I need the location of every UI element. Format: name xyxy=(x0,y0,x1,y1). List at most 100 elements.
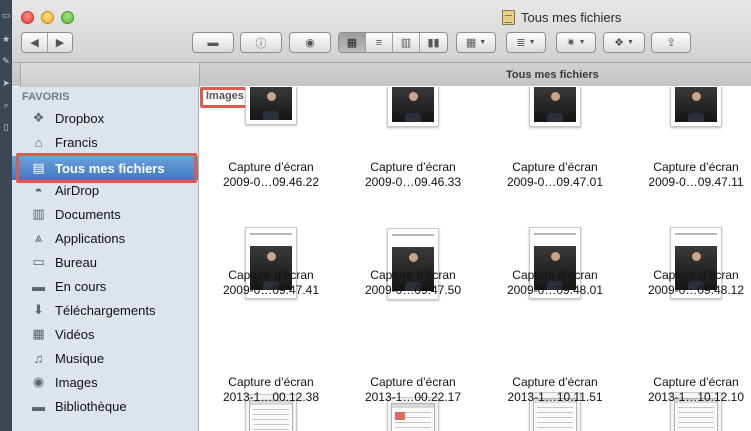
action-button[interactable]: ✷ ▼ xyxy=(556,32,596,53)
share-button[interactable]: ⇪ xyxy=(651,32,691,53)
coverflow-icon: ▮▮ xyxy=(427,37,440,49)
dropbox-icon: ❖ xyxy=(614,37,624,49)
file-name-line1: Capture d’écran xyxy=(228,160,314,174)
dropbox-menu-button[interactable]: ❖ ▼ xyxy=(603,32,645,53)
tab-all-files[interactable]: Tous mes fichiers xyxy=(506,69,599,81)
back-button[interactable]: ◀ xyxy=(22,33,48,52)
chevron-right-icon: ▶ xyxy=(55,37,65,49)
file-grid: Images Capture d’écran 2009-0…09.46.22 Cap… xyxy=(200,87,751,431)
file-name-line1: Capture d’écran xyxy=(370,268,456,282)
file-name: Capture d’écran 2009-0…09.47.01 xyxy=(484,160,626,190)
zoom-button[interactable] xyxy=(61,11,74,24)
sidebar-item-in-progress[interactable]: ▬ En cours xyxy=(12,274,198,298)
info-button[interactable]: ⓘ xyxy=(240,32,282,53)
file-name-line2: 2009-0…09.47.41 xyxy=(222,283,320,297)
list-view-button[interactable]: ≡ xyxy=(366,33,393,52)
file-name-line1: Capture d’écran xyxy=(512,268,598,282)
documents-icon: ▥ xyxy=(32,206,45,221)
sidebar-item-dropbox[interactable]: ❖ Dropbox xyxy=(12,106,198,130)
videos-icon: ▦ xyxy=(32,326,45,341)
back-forward-control: ◀ ▶ xyxy=(21,32,73,53)
sidebar-item-label: AirDrop xyxy=(55,182,100,198)
music-icon: ♫ xyxy=(33,350,44,366)
send-icon: ➤ xyxy=(2,78,10,88)
close-button[interactable] xyxy=(21,11,34,24)
eye-icon: ◉ xyxy=(305,37,315,49)
file-name: Capture d’écran 2009-0…09.48.01 xyxy=(484,268,626,298)
column-view-button[interactable]: ▥ xyxy=(393,33,420,52)
file-name-line2: 2009-0…09.48.01 xyxy=(506,283,604,297)
coverflow-view-button[interactable]: ▮▮ xyxy=(420,33,447,52)
icon-view-button[interactable]: ▦ xyxy=(339,33,366,52)
chevron-left-icon: ◀ xyxy=(30,37,39,49)
file-thumbnail xyxy=(529,87,581,127)
sidebar-item-downloads[interactable]: ⬇ Téléchargements xyxy=(12,298,198,322)
file-name: Capture d’écran 2013-1…00.12.38 xyxy=(200,375,342,405)
sidebar-item-label: Bureau xyxy=(55,254,97,270)
file-name: Capture d’écran 2009-0…09.47.41 xyxy=(200,268,342,298)
file-name: Capture d’écran 2009-0…09.46.22 xyxy=(200,160,342,190)
sidebar-item-label: Documents xyxy=(55,206,121,222)
file-name-line2: 2013-1…10.11.51 xyxy=(507,390,603,404)
chevron-down-icon: ▼ xyxy=(479,39,487,46)
tab-bar: Tous mes fichiers xyxy=(12,62,751,87)
file-name: Capture d’écran 2013-1…10.12.10 xyxy=(625,375,751,405)
file-name-line2: 2009-0…09.47.50 xyxy=(364,283,462,297)
sort-icon: ≣ xyxy=(516,37,526,49)
sidebar-item-library[interactable]: ▬ Bibliothèque xyxy=(12,394,198,418)
minimize-button[interactable] xyxy=(41,11,54,24)
sidebar-item-label: Vidéos xyxy=(55,326,95,342)
downloads-icon: ⬇ xyxy=(33,302,44,317)
sidebar-item-applications[interactable]: ⩓ Applications xyxy=(12,226,198,250)
info-icon: ⓘ xyxy=(255,37,267,50)
sidebar-item-airdrop[interactable]: ◓ AirDrop xyxy=(12,178,198,202)
file-name-line1: Capture d’écran xyxy=(653,160,739,174)
sidebar-item-label: Applications xyxy=(55,230,126,246)
file-name-line1: Capture d’écran xyxy=(228,375,314,389)
home-icon: ⌂ xyxy=(34,134,43,150)
arrange-button[interactable]: ▦ ▼ xyxy=(456,32,496,53)
sidebar-item-pictures[interactable]: ◉ Images xyxy=(12,370,198,394)
file-name-line1: Capture d’écran xyxy=(228,268,314,282)
tab-blank[interactable] xyxy=(20,63,200,87)
sidebar-item-label: Musique xyxy=(55,350,105,366)
file-name-line1: Capture d’écran xyxy=(512,375,598,389)
sort-button[interactable]: ≣ ▼ xyxy=(506,32,546,53)
sidebar-item-music[interactable]: ♫ Musique xyxy=(12,346,198,370)
library-icon: ▬ xyxy=(32,398,45,414)
sidebar-item-desktop[interactable]: ▭ Bureau xyxy=(12,250,198,274)
applications-icon: ⩓ xyxy=(34,230,43,245)
in-progress-icon: ▬ xyxy=(32,278,45,294)
chevron-down-icon: ▼ xyxy=(578,39,586,46)
file-name-line2: 2009-0…09.46.22 xyxy=(222,175,320,189)
search-icon: ⌕ xyxy=(3,100,9,110)
sidebar-item-videos[interactable]: ▦ Vidéos xyxy=(12,322,198,346)
sidebar-item-francis[interactable]: ⌂ Francis xyxy=(12,130,198,154)
quick-look-button[interactable]: ◉ xyxy=(289,32,331,53)
columns-icon: ▥ xyxy=(400,37,412,49)
sidebar-item-label: Francis xyxy=(55,134,98,150)
file-name: Capture d’écran 2009-0…09.48.12 xyxy=(625,268,751,298)
file-name-line2: 2009-0…09.47.11 xyxy=(648,175,744,189)
airdrop-icon: ◓ xyxy=(34,182,43,198)
window-title-text: Tous mes fichiers xyxy=(521,9,622,25)
arrange-icon: ▦ xyxy=(465,37,477,49)
forward-button[interactable]: ▶ xyxy=(48,33,72,52)
file-name-line1: Capture d’écran xyxy=(370,375,456,389)
file-name: Capture d’écran 2009-0…09.46.33 xyxy=(342,160,484,190)
file-name-line2: 2009-0…09.48.12 xyxy=(647,283,745,297)
window-title: Tous mes fichiers xyxy=(502,8,621,26)
sidebar-item-label: Dropbox xyxy=(55,110,105,126)
file-thumbnail xyxy=(245,87,297,125)
file-name-line1: Capture d’écran xyxy=(653,375,739,389)
file-name-line1: Capture d’écran xyxy=(653,268,739,282)
view-mode-control: ▦ ≡ ▥ ▮▮ xyxy=(338,32,448,53)
sidebar-item-label: En cours xyxy=(55,278,107,294)
file-name-line1: Capture d’écran xyxy=(370,160,456,174)
sidebar-item-label: Téléchargements xyxy=(55,302,156,318)
path-button[interactable]: ▬ xyxy=(192,32,234,53)
star-icon: ★ xyxy=(1,34,11,44)
sidebar-item-documents[interactable]: ▥ Documents xyxy=(12,202,198,226)
chevron-down-icon: ▼ xyxy=(626,39,634,46)
file-name-line2: 2013-1…00.22.17 xyxy=(364,390,462,404)
